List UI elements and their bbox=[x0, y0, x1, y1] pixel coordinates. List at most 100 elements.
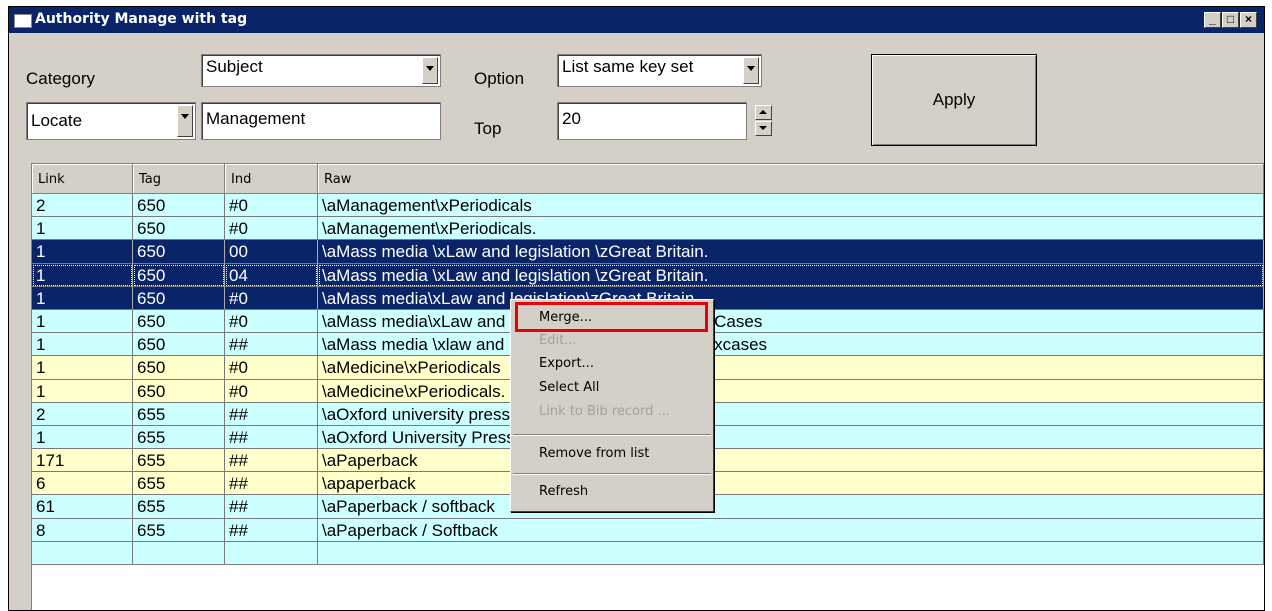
cell-tag: 655 bbox=[133, 518, 225, 542]
cell-tag: 655 bbox=[133, 449, 225, 473]
column-header-ind[interactable]: Ind bbox=[225, 164, 318, 194]
cell-ind: #0 bbox=[225, 217, 318, 241]
option-label: Option bbox=[474, 69, 525, 88]
column-header-raw[interactable]: Raw bbox=[318, 164, 1264, 194]
locate-value: Locate bbox=[31, 111, 83, 130]
cell-link: 1 bbox=[32, 263, 133, 287]
cell-raw: \aPaperback / Softback bbox=[318, 518, 1264, 542]
cell-tag: 650 bbox=[133, 263, 225, 287]
cell-raw: \aMass media \xLaw and legislation \zGre… bbox=[318, 240, 1264, 264]
cell-raw: \aManagement\xPeriodicals. bbox=[318, 217, 1264, 241]
cell-ind bbox=[225, 541, 318, 565]
column-header-tag[interactable]: Tag bbox=[133, 164, 225, 194]
cell-tag: 650 bbox=[133, 309, 225, 334]
cell-ind: #0 bbox=[225, 194, 318, 218]
table-row[interactable]: 1 650 04 \aMass media \xLaw and legislation… bbox=[32, 263, 1264, 287]
cell-link: 6 bbox=[32, 472, 133, 496]
cell-ind: ## bbox=[225, 518, 318, 542]
menu-item-link-to-bib[interactable]: Link to Bib record ... bbox=[539, 404, 670, 419]
table-row[interactable]: 1 650 00 \aMass media \xLaw and legislation… bbox=[32, 240, 1264, 264]
search-input[interactable]: Management bbox=[201, 102, 441, 140]
cell-tag: 650 bbox=[133, 333, 225, 357]
menu-item-edit[interactable]: Edit... bbox=[539, 333, 577, 348]
cell-ind: ## bbox=[225, 495, 318, 519]
spin-down-icon[interactable] bbox=[755, 121, 772, 136]
menu-item-remove-from-list[interactable]: Remove from list bbox=[539, 446, 649, 461]
cell-link: 2 bbox=[32, 194, 133, 218]
option-value: List same key set bbox=[562, 57, 694, 76]
chevron-down-icon[interactable] bbox=[177, 105, 193, 137]
apply-button-label: Apply bbox=[932, 90, 976, 109]
menu-item-refresh[interactable]: Refresh bbox=[539, 484, 588, 499]
menu-separator bbox=[513, 473, 711, 475]
cell-link: 1 bbox=[32, 425, 133, 450]
cell-link: 8 bbox=[32, 518, 133, 542]
chevron-down-icon[interactable] bbox=[422, 57, 438, 84]
cell-tag: 650 bbox=[133, 379, 225, 403]
window-title: Authority Manage with tag bbox=[35, 11, 248, 27]
cell-raw: \apaperback bbox=[318, 472, 1264, 496]
top-label: Top bbox=[474, 119, 502, 138]
title-bar[interactable]: Authority Manage with tag _ □ × bbox=[9, 7, 1264, 33]
context-menu: Merge... Edit... Export... Select All Li… bbox=[510, 299, 714, 512]
cell-ind: ## bbox=[225, 333, 318, 357]
cell-link: 1 bbox=[32, 379, 133, 403]
chevron-down-icon[interactable] bbox=[743, 57, 759, 84]
cell-tag: 650 bbox=[133, 217, 225, 241]
locate-dropdown[interactable]: Locate bbox=[26, 102, 196, 140]
cell-tag: 650 bbox=[133, 194, 225, 218]
category-value: Subject bbox=[206, 57, 263, 76]
cell-tag: 650 bbox=[133, 240, 225, 264]
cell-link: 2 bbox=[32, 402, 133, 426]
cell-link: 1 bbox=[32, 309, 133, 334]
cell-ind: #0 bbox=[225, 379, 318, 403]
cell-raw bbox=[318, 541, 1264, 565]
cell-raw: \aOxford University Press bbox=[318, 425, 1264, 450]
menu-separator bbox=[513, 434, 711, 436]
cell-raw: \aPaperback / softback bbox=[318, 495, 1264, 519]
close-button[interactable]: × bbox=[1240, 12, 1257, 28]
cell-raw: \aMass media\xLaw and legislation\zUnite… bbox=[318, 309, 1264, 334]
spin-up-icon[interactable] bbox=[755, 105, 772, 120]
cell-ind: 00 bbox=[225, 240, 318, 264]
cell-link: 1 bbox=[32, 240, 133, 264]
apply-button[interactable]: Apply bbox=[871, 54, 1037, 146]
menu-item-export[interactable]: Export... bbox=[539, 356, 594, 371]
minimize-button[interactable]: _ bbox=[1204, 12, 1221, 28]
table-row[interactable]: 2 650 #0 \aManagement\xPeriodicals bbox=[32, 194, 1264, 218]
cell-link: 1 bbox=[32, 217, 133, 241]
cell-tag: 655 bbox=[133, 472, 225, 496]
cell-link: 171 bbox=[32, 449, 133, 473]
table-row[interactable] bbox=[32, 541, 1264, 565]
cell-tag bbox=[133, 541, 225, 565]
cell-raw: \aMedicine\xPeriodicals. bbox=[318, 379, 1264, 403]
cell-raw: \aManagement\xPeriodicals bbox=[318, 194, 1264, 218]
table-row[interactable]: 1 650 #0 \aManagement\xPeriodicals. bbox=[32, 217, 1264, 241]
cell-ind: ## bbox=[225, 425, 318, 450]
cell-ind: ## bbox=[225, 402, 318, 426]
cell-link bbox=[32, 541, 133, 565]
cell-raw: \aMedicine\xPeriodicals bbox=[318, 356, 1264, 380]
cell-link: 1 bbox=[32, 333, 133, 357]
cell-ind: #0 bbox=[225, 356, 318, 380]
cell-ind: #0 bbox=[225, 309, 318, 334]
column-header-link[interactable]: Link bbox=[32, 164, 133, 194]
menu-item-select-all[interactable]: Select All bbox=[539, 380, 599, 395]
cell-ind: ## bbox=[225, 472, 318, 496]
cell-raw: \aMass media \xLaw and legislation \zGre… bbox=[318, 263, 1264, 287]
table-row[interactable]: 8 655 ## \aPaperback / Softback bbox=[32, 518, 1264, 542]
cell-tag: 655 bbox=[133, 425, 225, 450]
cell-tag: 650 bbox=[133, 286, 225, 310]
app-icon bbox=[14, 14, 32, 28]
top-count-input[interactable]: 20 bbox=[557, 102, 747, 140]
category-dropdown[interactable]: Subject bbox=[201, 54, 441, 87]
cell-tag: 655 bbox=[133, 402, 225, 426]
cell-ind: ## bbox=[225, 449, 318, 473]
cell-link: 1 bbox=[32, 286, 133, 310]
cell-ind: #0 bbox=[225, 286, 318, 310]
cell-link: 61 bbox=[32, 495, 133, 519]
maximize-button[interactable]: □ bbox=[1222, 12, 1239, 28]
category-label: Category bbox=[26, 69, 95, 88]
cell-raw: \aMass media \xlaw and legislation \zUni… bbox=[318, 333, 1264, 357]
option-dropdown[interactable]: List same key set bbox=[557, 54, 762, 87]
